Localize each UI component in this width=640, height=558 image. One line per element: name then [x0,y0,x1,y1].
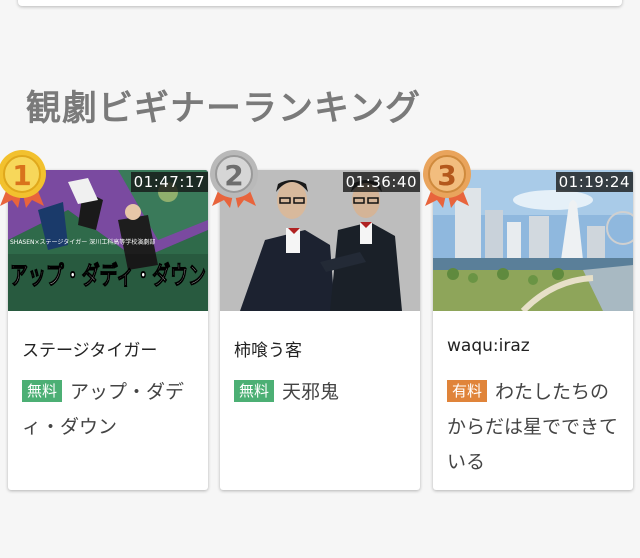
play-title-2[interactable]: 天邪鬼 [282,381,339,403]
section-title: 観劇ビギナーランキング [26,89,421,129]
rank-medal-2-icon: 2 [210,150,258,208]
title-block-2[interactable]: 無料 天邪鬼 [234,375,410,410]
thumb-subcaption-1: SHASEN×ステージタイガー 深川工科高等学校演劇部 [10,238,155,246]
rank-medal-3-icon: 3 [423,150,471,208]
ranking-card-2[interactable]: 01:36:40 2 柿喰う客 無料 天邪鬼 [210,150,420,490]
title-block-3[interactable]: 有料 わたしたちのからだは星でできている [447,375,623,480]
ranking-card-1[interactable]: SHASEN×ステージタイガー 深川工科高等学校演劇部 アップ・ダディ・ダウン … [0,150,208,490]
duration-1: 01:47:17 [130,172,208,192]
price-badge-3: 有料 [447,380,488,402]
rank-number-3: 3 [437,159,456,192]
author-1[interactable]: ステージタイガー [22,336,157,361]
price-badge-2: 無料 [234,380,275,402]
author-2[interactable]: 柿喰う客 [234,336,302,361]
thumb-caption-1: アップ・ダディ・ダウン [10,261,206,290]
duration-2: 01:36:40 [342,172,420,192]
duration-3: 01:19:24 [555,172,633,192]
price-badge-1: 無料 [22,380,63,402]
rank-number-1: 1 [12,159,31,192]
author-3[interactable]: waqu:iraz [447,336,530,356]
ranking-card-3[interactable]: 01:19:24 3 waqu:iraz 有料 わたしたちのからだは星でできている [423,150,633,490]
rank-medal-1-icon: 1 [0,150,46,208]
previous-section-card [18,0,622,6]
title-block-1[interactable]: 無料 アップ・ダディ・ダウン [22,375,198,445]
rank-number-2: 2 [224,159,243,192]
